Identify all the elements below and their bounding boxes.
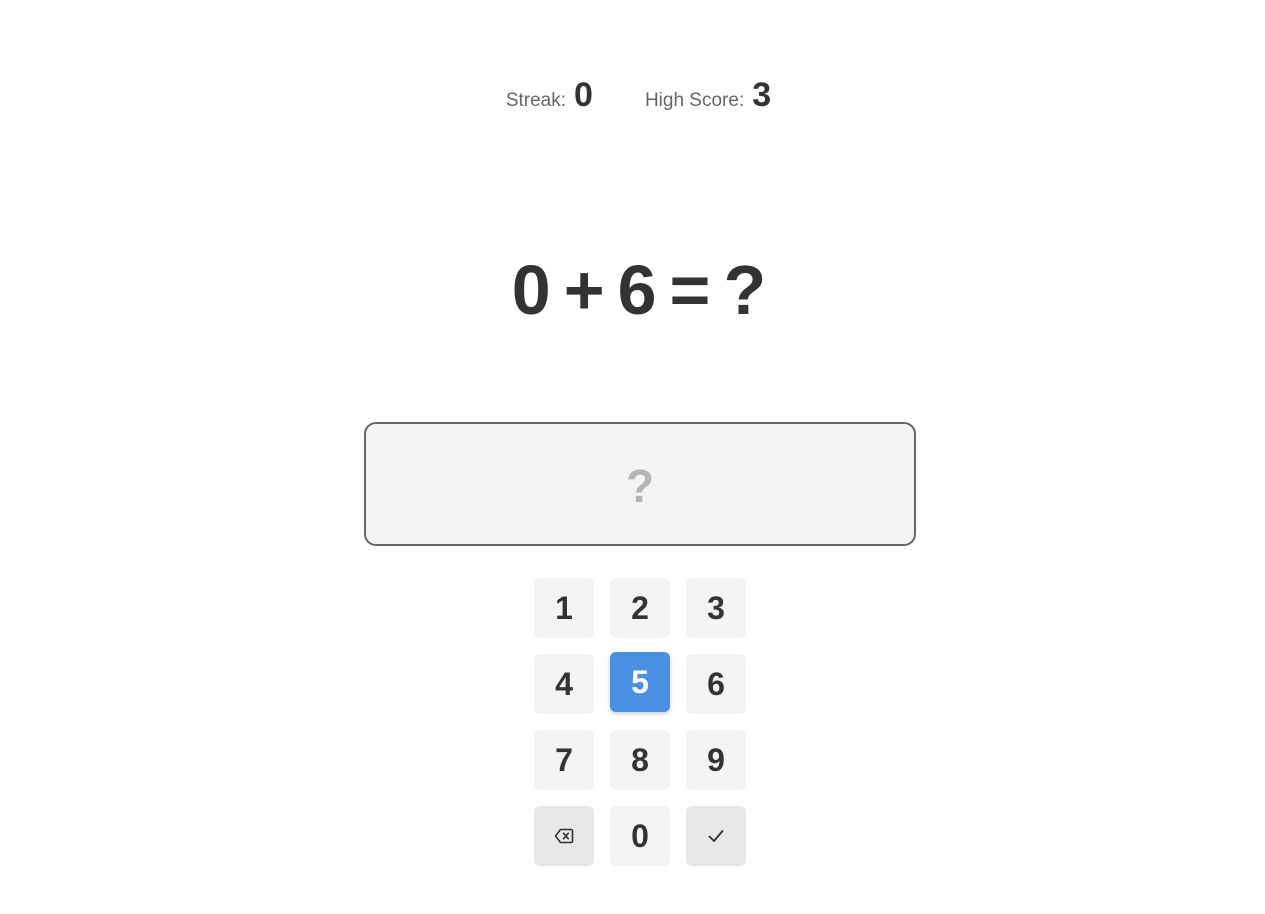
equation-right-operand: 6 [617,251,658,329]
streak-label: Streak: [505,90,567,111]
game-screen: Streak: 0 High Score: 3 0 +6 =? ? 1 2 3 4 … [0,0,1265,914]
backspace-icon [554,828,574,844]
key-0[interactable]: 0 [610,806,670,866]
key-5[interactable]: 5 [610,652,670,712]
key-6[interactable]: 6 [686,654,746,714]
stats-bar: Streak: 0 High Score: 3 [0,76,1265,115]
number-keypad: 1 2 3 4 5 6 7 8 9 0 [534,578,746,866]
backspace-button[interactable] [534,806,594,866]
streak-value: 0 [574,76,593,114]
answer-display[interactable]: ? [364,422,916,546]
key-4[interactable]: 4 [534,654,594,714]
key-7[interactable]: 7 [534,730,594,790]
equation-left-operand: 0 [511,251,552,329]
key-9[interactable]: 9 [686,730,746,790]
streak-stat: Streak: 0 [506,76,593,115]
high-score-stat: High Score: 3 [645,76,771,115]
key-2[interactable]: 2 [610,578,670,638]
high-score-value: 3 [752,76,772,114]
equation: 0 +6 =? [0,250,1265,330]
high-score-label: High Score: [644,90,745,111]
key-8[interactable]: 8 [610,730,670,790]
checkmark-icon [708,830,724,842]
key-1[interactable]: 1 [534,578,594,638]
equation-unknown: ? [723,251,768,329]
answer-placeholder: ? [625,460,655,512]
equation-equals: = [669,251,712,329]
submit-button[interactable] [686,806,746,866]
key-3[interactable]: 3 [686,578,746,638]
equation-operator: + [563,251,606,329]
